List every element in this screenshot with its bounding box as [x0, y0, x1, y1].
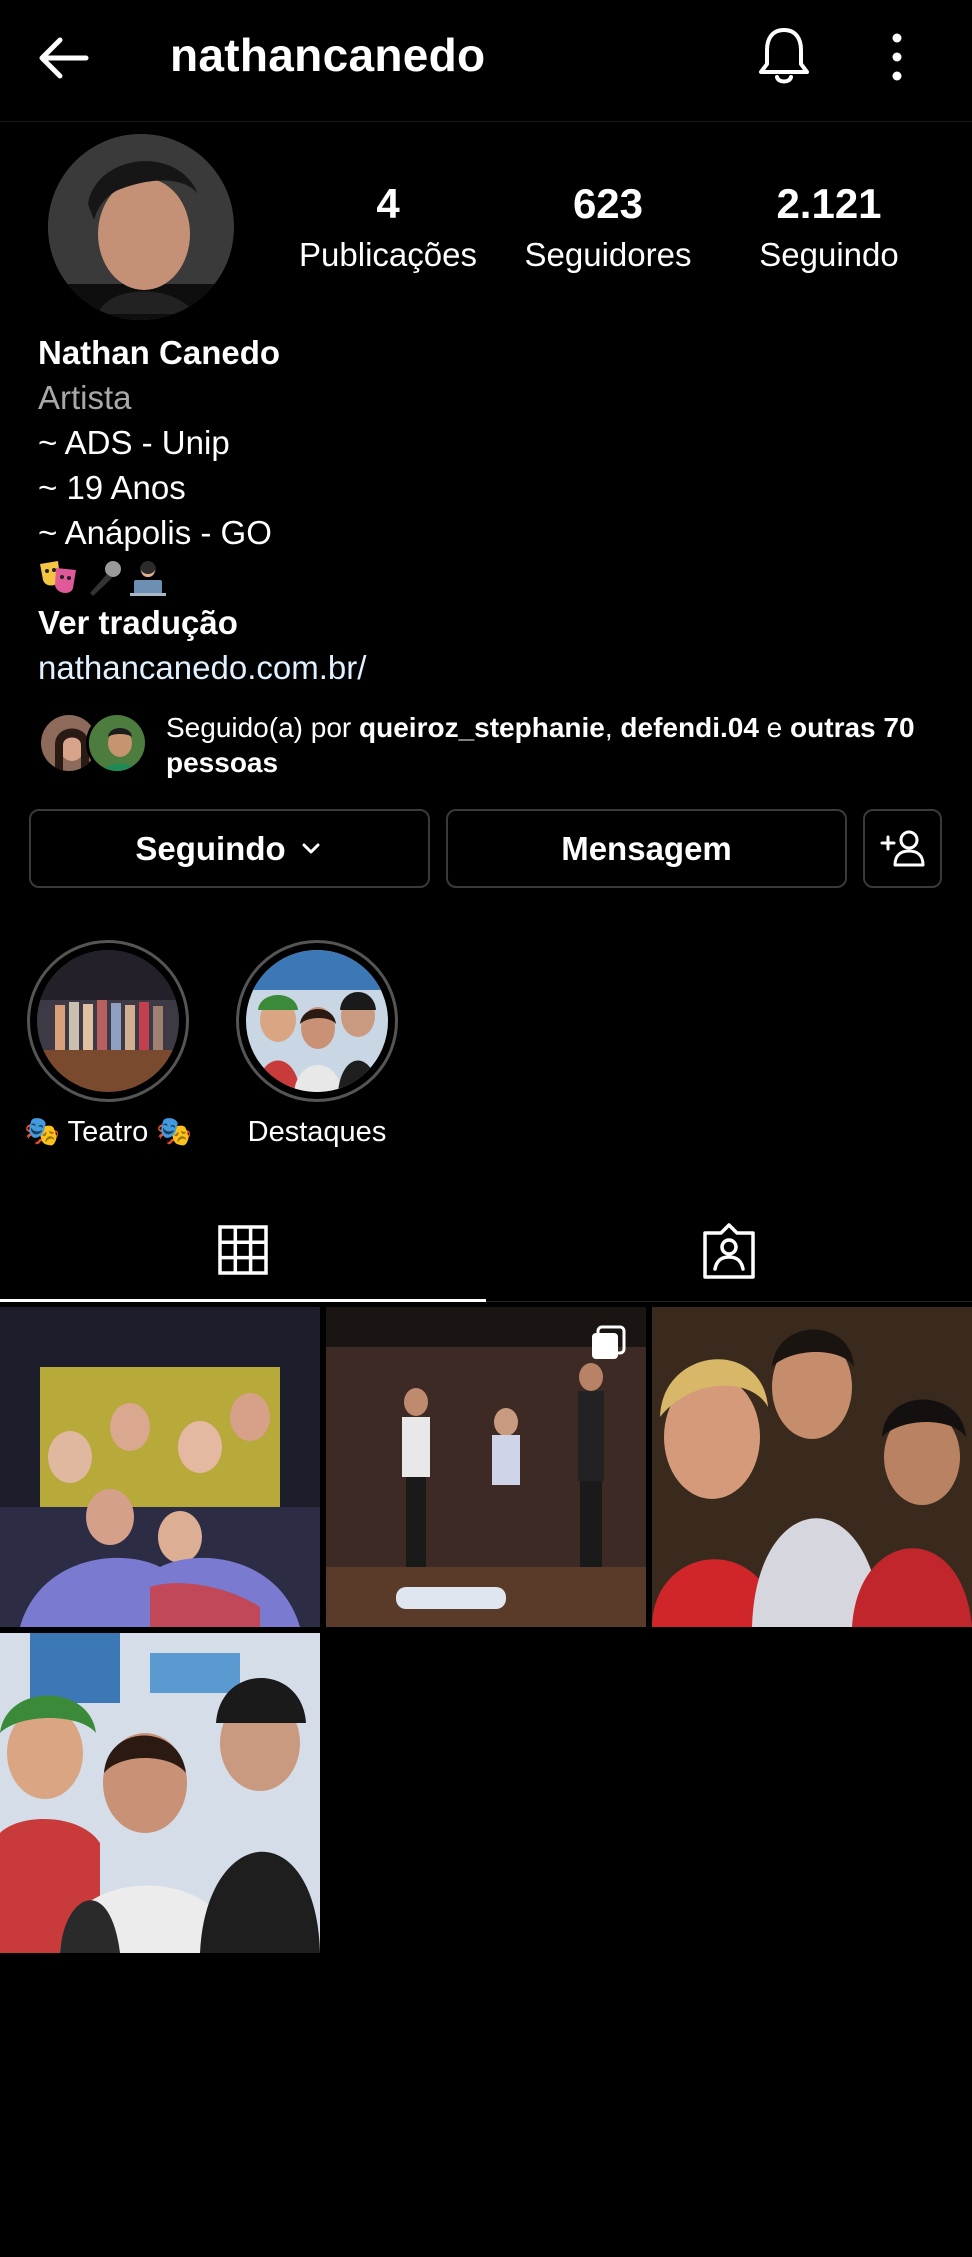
microphone-icon [90, 560, 121, 596]
posts-grid-icon [218, 1224, 268, 1275]
following-count: 2.121 [776, 180, 882, 227]
stat-posts[interactable]: 4 Publicações [288, 180, 488, 276]
story-highlight[interactable]: 🎭 Teatro 🎭 [24, 940, 192, 1150]
bio-line: ~ 19 Anos [38, 469, 186, 506]
highlight-ring [236, 940, 398, 1102]
carousel-icon [592, 1325, 626, 1359]
story-highlight[interactable]: Destaques [233, 940, 401, 1150]
theater-masks-icon [40, 560, 76, 593]
suggested-users-button[interactable] [863, 809, 942, 888]
highlight-cover [37, 950, 179, 1092]
highlight-ring [27, 940, 189, 1102]
following-button-label: Seguindo [135, 829, 286, 867]
message-button-label: Mensagem [561, 829, 732, 867]
profile-bio: Nathan Canedo Artista ~ ADS - Unip ~ 19 … [38, 330, 366, 690]
bio-line: ~ ADS - Unip [38, 424, 230, 461]
mutual-follower-name[interactable]: defendi.04 [620, 712, 758, 743]
tagged-icon [703, 1222, 755, 1279]
posts-label: Publicações [299, 236, 477, 273]
following-button[interactable]: Seguindo [29, 809, 430, 888]
post-thumbnail[interactable] [0, 1307, 320, 1627]
stat-followers[interactable]: 623 Seguidores [508, 180, 708, 276]
profile-category: Artista [38, 379, 132, 416]
posts-count: 4 [376, 180, 400, 227]
mutual-follower-avatar [86, 712, 148, 774]
following-label: Seguindo [759, 236, 899, 273]
highlight-cover [246, 950, 388, 1092]
profile-name: Nathan Canedo [38, 334, 281, 371]
notifications-button[interactable] [756, 24, 812, 88]
message-button[interactable]: Mensagem [446, 809, 847, 888]
post-thumbnail[interactable] [326, 1307, 646, 1627]
stat-following[interactable]: 2.121 Seguindo [729, 180, 929, 276]
profile-avatar[interactable] [48, 134, 234, 320]
person-laptop-icon [130, 560, 166, 596]
tab-tagged[interactable] [486, 1200, 972, 1302]
bio-emoji-row [38, 555, 366, 600]
followed-by-section[interactable]: Seguido(a) por queiroz_stephanie, defend… [38, 706, 958, 786]
profile-username: nathancanedo [170, 29, 486, 81]
highlight-label: 🎭 Teatro 🎭 [24, 1116, 193, 1148]
top-bar: nathancanedo [0, 0, 972, 122]
post-thumbnail[interactable] [652, 1307, 972, 1627]
profile-website-link[interactable]: nathancanedo.com.br/ [38, 645, 366, 690]
bell-icon [759, 28, 809, 84]
followers-count: 623 [572, 180, 644, 227]
back-button[interactable] [34, 30, 94, 90]
more-vertical-icon [892, 33, 902, 81]
arrow-left-icon [39, 37, 89, 79]
profile-tabs [0, 1200, 972, 1302]
more-options-button[interactable] [880, 30, 914, 84]
post-thumbnail[interactable] [0, 1633, 320, 1953]
bio-line: ~ Anápolis - GO [38, 514, 272, 551]
mutual-follower-name[interactable]: queiroz_stephanie [359, 712, 605, 743]
add-user-icon [880, 830, 924, 866]
see-translation-link[interactable]: Ver tradução [38, 600, 366, 645]
chevron-down-icon [302, 843, 320, 853]
highlight-label: Destaques [247, 1116, 387, 1148]
tab-posts-grid[interactable] [0, 1200, 486, 1302]
followers-label: Seguidores [524, 236, 692, 273]
followed-by-text: Seguido(a) por queiroz_stephanie, defend… [166, 712, 915, 778]
